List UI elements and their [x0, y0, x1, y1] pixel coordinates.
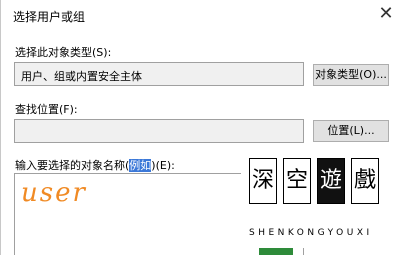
object-names-label: 输入要选择的对象名称(例如)(E):	[15, 157, 175, 173]
watermark-char-2: 空	[283, 158, 311, 204]
watermark-logo: 深 空 遊 戲 SHENKONGYOUXI	[241, 150, 391, 248]
watermark-char-4: 戲	[351, 158, 379, 204]
check-names-button-partial[interactable]	[259, 248, 293, 255]
watermark-char-3: 遊	[317, 158, 345, 204]
close-icon: ✕	[378, 3, 394, 24]
object-names-label-suffix: )(E):	[151, 159, 175, 172]
title-bar: 选择用户或组 ✕	[1, 0, 400, 28]
location-label: 查找位置(F):	[15, 103, 78, 116]
object-names-value: user	[21, 178, 87, 208]
locations-button[interactable]: 位置(L)...	[313, 120, 389, 142]
object-types-button[interactable]: 对象类型(O)...	[313, 64, 389, 86]
object-type-label: 选择此对象类型(S):	[15, 46, 112, 59]
object-names-label-prefix: 输入要选择的对象名称(	[15, 159, 130, 172]
object-type-value: 用户、组或内置安全主体	[21, 70, 142, 83]
location-field	[14, 119, 304, 143]
select-users-dialog: 选择用户或组 ✕ 选择此对象类型(S): 用户、组或内置安全主体 对象类型(O)…	[0, 0, 400, 255]
watermark-char-1: 深	[249, 158, 277, 204]
watermark-subtitle: SHENKONGYOUXI	[249, 228, 373, 238]
examples-link[interactable]: 例如	[129, 159, 152, 172]
close-button[interactable]: ✕	[373, 2, 399, 26]
dialog-title: 选择用户或组	[13, 10, 86, 24]
object-type-field: 用户、组或内置安全主体	[14, 62, 304, 86]
